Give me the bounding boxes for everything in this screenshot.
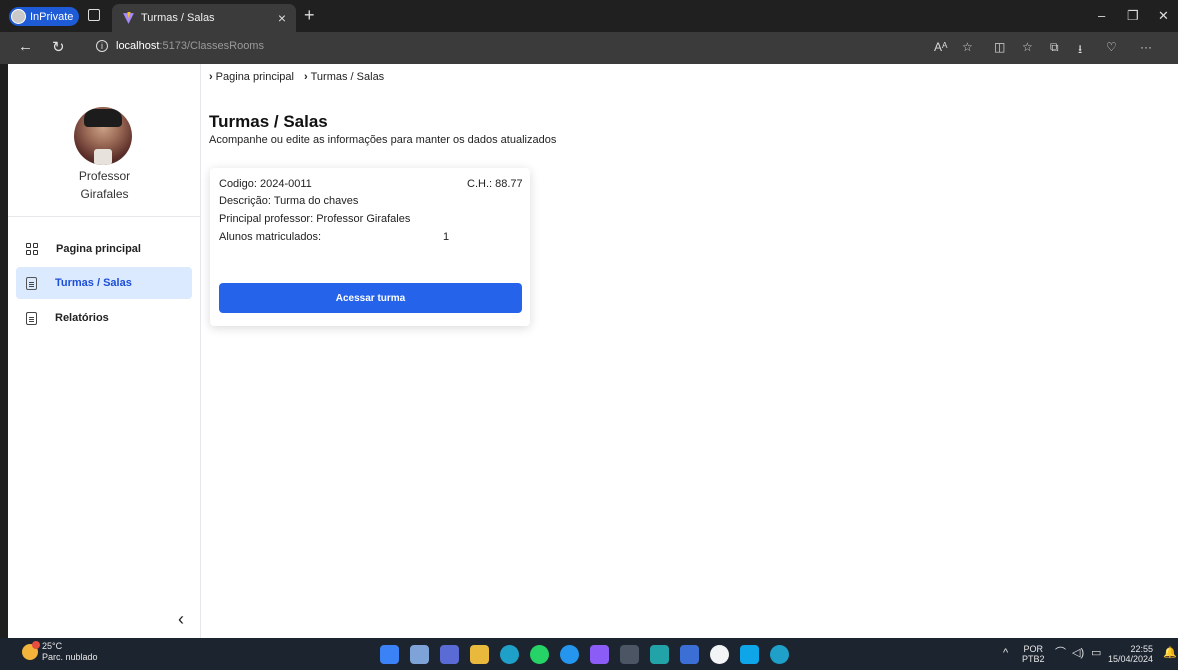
weather-widget[interactable]: 25°C Parc. nublado bbox=[22, 641, 98, 663]
class-description: Descrição: Turma do chaves bbox=[219, 195, 359, 207]
url-path: :5173/ClassesRooms bbox=[159, 40, 264, 52]
vscode-icon[interactable] bbox=[740, 645, 759, 664]
file-explorer-icon[interactable] bbox=[470, 645, 489, 664]
chevron-right-icon: › bbox=[303, 71, 308, 83]
sidebar-item-label: Turmas / Salas bbox=[55, 277, 132, 289]
collections-icon[interactable]: ⧉ bbox=[1050, 40, 1059, 55]
wifi-icon[interactable]: ⌒ bbox=[1055, 648, 1066, 659]
more-options-icon[interactable]: ··· bbox=[1140, 40, 1152, 54]
tab-actions-icon[interactable] bbox=[88, 9, 100, 21]
browser-tab[interactable]: Turmas / Salas × bbox=[112, 4, 296, 32]
class-workload: C.H.: 88.77 bbox=[467, 178, 523, 190]
inprivate-label: InPrivate bbox=[30, 10, 74, 23]
terminal-icon[interactable] bbox=[620, 645, 639, 664]
grid-icon bbox=[26, 243, 38, 255]
date: 15/04/2024 bbox=[1108, 654, 1154, 664]
close-window-icon[interactable]: ✕ bbox=[1158, 8, 1169, 24]
address-bar: ← ↻ i localhost:5173/ClassesRooms Aᴬ ☆ ◫… bbox=[0, 32, 1178, 64]
browser-essentials-icon[interactable]: ♡ bbox=[1106, 40, 1117, 54]
sidebar: Professor Girafales Pagina principal Tur… bbox=[8, 64, 201, 638]
breadcrumb-item[interactable]: › Turmas / Salas bbox=[304, 71, 384, 83]
document-icon bbox=[26, 311, 37, 325]
document-icon bbox=[26, 276, 37, 290]
temperature: 25°C bbox=[42, 641, 63, 651]
tab-title: Turmas / Salas bbox=[141, 12, 215, 24]
minimize-icon[interactable]: – bbox=[1098, 8, 1105, 23]
docker-icon[interactable] bbox=[560, 645, 579, 664]
clock[interactable]: 22:55 15/04/2024 bbox=[1108, 644, 1153, 664]
remote-desktop-icon[interactable] bbox=[680, 645, 699, 664]
professor-name: Professor Girafales bbox=[8, 167, 201, 203]
page-title: Turmas / Salas bbox=[209, 112, 328, 131]
breadcrumb-label: Turmas / Salas bbox=[310, 71, 385, 83]
access-class-button[interactable]: Acessar turma bbox=[219, 283, 522, 313]
visual-studio-icon[interactable] bbox=[590, 645, 609, 664]
inprivate-badge[interactable]: InPrivate bbox=[9, 7, 80, 26]
weather-desc: Parc. nublado bbox=[42, 652, 98, 662]
class-code: Codigo: 2024-0011 bbox=[219, 178, 312, 190]
app-icon[interactable] bbox=[650, 645, 669, 664]
app-icon[interactable] bbox=[710, 645, 729, 664]
vite-favicon-icon bbox=[123, 11, 134, 24]
split-screen-icon[interactable]: ◫ bbox=[994, 40, 1005, 54]
enrolled-students-count: 1 bbox=[443, 231, 450, 243]
breadcrumb: › Pagina principal › Turmas / Salas bbox=[209, 71, 384, 83]
sidebar-divider bbox=[8, 216, 201, 217]
favorites-icon[interactable]: ☆ bbox=[1022, 40, 1033, 54]
chevron-right-icon: › bbox=[209, 71, 213, 83]
taskbar: 25°C Parc. nublado ^ POR PTB2 ⌒ ◁) ▭ 22:… bbox=[0, 638, 1178, 670]
downloads-icon[interactable]: ⭳ bbox=[1078, 40, 1082, 61]
weather-icon bbox=[22, 641, 40, 660]
page-viewport: Professor Girafales Pagina principal Tur… bbox=[8, 64, 1178, 638]
time: 22:55 bbox=[1130, 644, 1154, 654]
professor-avatar bbox=[74, 107, 132, 165]
sidebar-item-label: Pagina principal bbox=[56, 243, 141, 255]
new-tab-icon[interactable]: + bbox=[304, 5, 315, 26]
sidebar-item-pagina-principal[interactable]: Pagina principal bbox=[16, 233, 192, 265]
back-icon[interactable]: ← bbox=[18, 38, 33, 55]
edge-icon[interactable] bbox=[770, 645, 789, 664]
professor-name-line1: Professor bbox=[78, 169, 131, 183]
url-host: localhost bbox=[116, 40, 160, 52]
refresh-icon[interactable]: ↻ bbox=[52, 38, 65, 56]
teams-icon[interactable] bbox=[440, 645, 459, 664]
edge-icon[interactable] bbox=[500, 645, 519, 664]
sidebar-item-turmas-salas[interactable]: Turmas / Salas bbox=[16, 267, 192, 299]
site-info-icon[interactable]: i bbox=[96, 40, 108, 52]
favorite-star-icon[interactable]: ☆ bbox=[962, 40, 973, 54]
volume-icon[interactable]: ◁) bbox=[1072, 648, 1084, 659]
class-card: Codigo: 2024-0011 C.H.: 88.77 Descrição:… bbox=[210, 168, 530, 326]
lang-line2: PTB2 bbox=[1022, 654, 1045, 664]
url-field[interactable]: i localhost:5173/ClassesRooms bbox=[96, 40, 264, 52]
read-aloud-icon[interactable]: Aᴬ bbox=[934, 40, 947, 54]
battery-icon[interactable]: ▭ bbox=[1091, 648, 1101, 659]
lang-line1: POR bbox=[1023, 644, 1044, 654]
notification-bell-icon[interactable]: 🔔 bbox=[1163, 648, 1177, 659]
professor-name-line2: Girafales bbox=[80, 187, 129, 201]
language-indicator[interactable]: POR PTB2 bbox=[1022, 644, 1045, 664]
restore-icon[interactable]: ❐ bbox=[1127, 8, 1139, 24]
sidebar-item-relatorios[interactable]: Relatórios bbox=[16, 302, 192, 334]
collapse-sidebar-icon[interactable]: ‹ bbox=[178, 609, 184, 630]
taskbar-apps bbox=[380, 645, 789, 664]
class-main-professor: Principal professor: Professor Girafales bbox=[219, 213, 411, 225]
whatsapp-icon[interactable] bbox=[530, 645, 549, 664]
show-hidden-icons-icon[interactable]: ^ bbox=[1003, 648, 1008, 659]
task-view-icon[interactable] bbox=[410, 645, 429, 664]
profile-avatar-icon bbox=[11, 9, 26, 24]
enrolled-students-label: Alunos matriculados: bbox=[219, 231, 322, 243]
page-subtitle: Acompanhe ou edite as informações para m… bbox=[209, 134, 557, 146]
breadcrumb-label: Pagina principal bbox=[215, 71, 294, 83]
browser-tab-bar: InPrivate Turmas / Salas × + – ❐ ✕ bbox=[0, 0, 1178, 32]
sidebar-item-label: Relatórios bbox=[55, 312, 109, 324]
start-icon[interactable] bbox=[380, 645, 399, 664]
close-tab-icon[interactable]: × bbox=[278, 10, 286, 26]
breadcrumb-item[interactable]: › Pagina principal bbox=[209, 71, 294, 83]
